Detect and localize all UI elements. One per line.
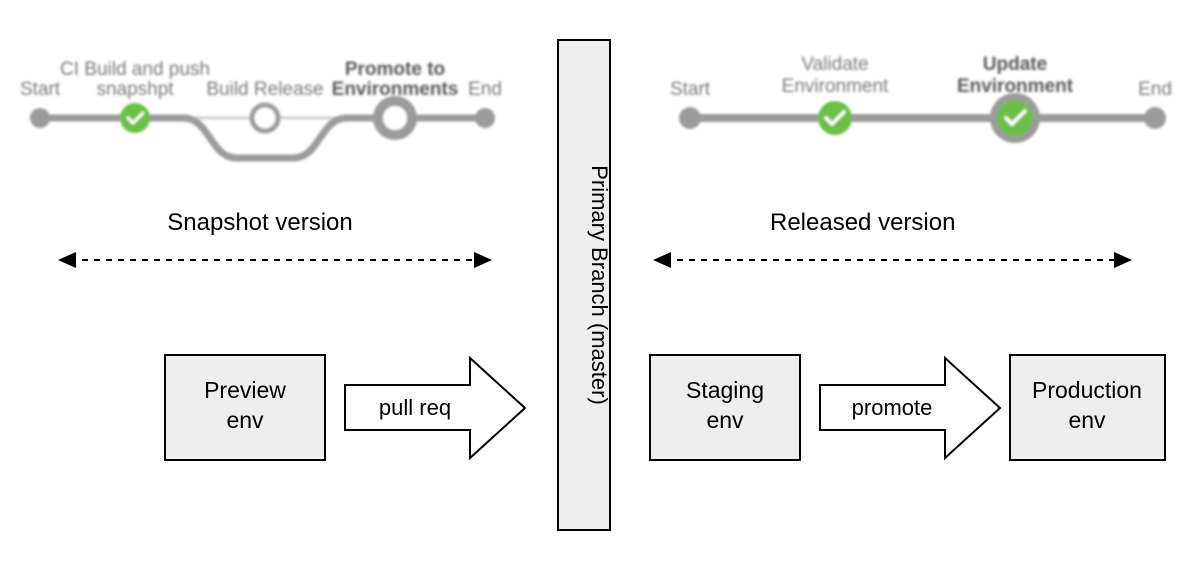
preview-env-label-2: env [226, 407, 264, 433]
right-section: Released version Staging env promote Pro… [650, 209, 1165, 460]
right-stage-update-label-1: Update [983, 54, 1047, 75]
production-env-label-1: Production [1032, 377, 1142, 403]
production-env-label-2: env [1068, 407, 1106, 433]
left-stage-promote-label-1: Promote to [345, 59, 445, 80]
production-env-box: Production env [1010, 355, 1165, 460]
right-stage-end-label: End [1138, 79, 1172, 100]
left-stage-build-label: Build Release [206, 79, 323, 100]
right-stage-validate-label-2: Environment [782, 76, 889, 97]
left-node-ci [120, 103, 150, 133]
diagram-canvas: Start CI Build and push snapshpt Build R… [0, 0, 1200, 562]
right-node-validate [818, 101, 852, 135]
left-stage-end-label: End [468, 79, 502, 100]
primary-branch-label: Primary Branch (master) [587, 165, 612, 405]
dashed-double-arrow-left [58, 252, 492, 268]
dashed-double-arrow-right [653, 252, 1132, 268]
promote-arrow-label: promote [852, 395, 933, 420]
pull-req-arrow-label: pull req [379, 395, 451, 420]
staging-env-label-2: env [706, 407, 744, 433]
preview-env-label-1: Preview [204, 377, 286, 403]
preview-env-box: Preview env [165, 355, 325, 460]
primary-branch-box: Primary Branch (master) [558, 40, 612, 530]
left-node-end [475, 108, 495, 128]
released-version-title: Released version [770, 209, 955, 236]
right-stage-start-label: Start [670, 79, 711, 100]
right-stage-validate-label-1: Validate [801, 54, 868, 75]
left-stage-start-label: Start [20, 79, 61, 100]
promote-arrow: promote [820, 358, 1000, 458]
snapshot-version-title: Snapshot version [167, 209, 352, 236]
pull-req-arrow: pull req [345, 358, 525, 458]
left-node-start [30, 108, 50, 128]
right-node-start [679, 107, 701, 129]
right-node-update [990, 93, 1040, 143]
left-section: Snapshot version Preview env pull req [58, 209, 525, 460]
right-node-end [1144, 107, 1166, 129]
left-node-build [252, 105, 278, 131]
left-node-promote [378, 101, 412, 135]
staging-env-label-1: Staging [686, 377, 764, 403]
right-pipeline: Start Validate Environment Update Enviro… [670, 54, 1172, 143]
left-stage-ci-label-2: snapshpt [96, 79, 174, 100]
left-pipeline: Start CI Build and push snapshpt Build R… [20, 59, 502, 158]
left-stage-ci-label-1: CI Build and push [60, 59, 210, 80]
staging-env-box: Staging env [650, 355, 800, 460]
